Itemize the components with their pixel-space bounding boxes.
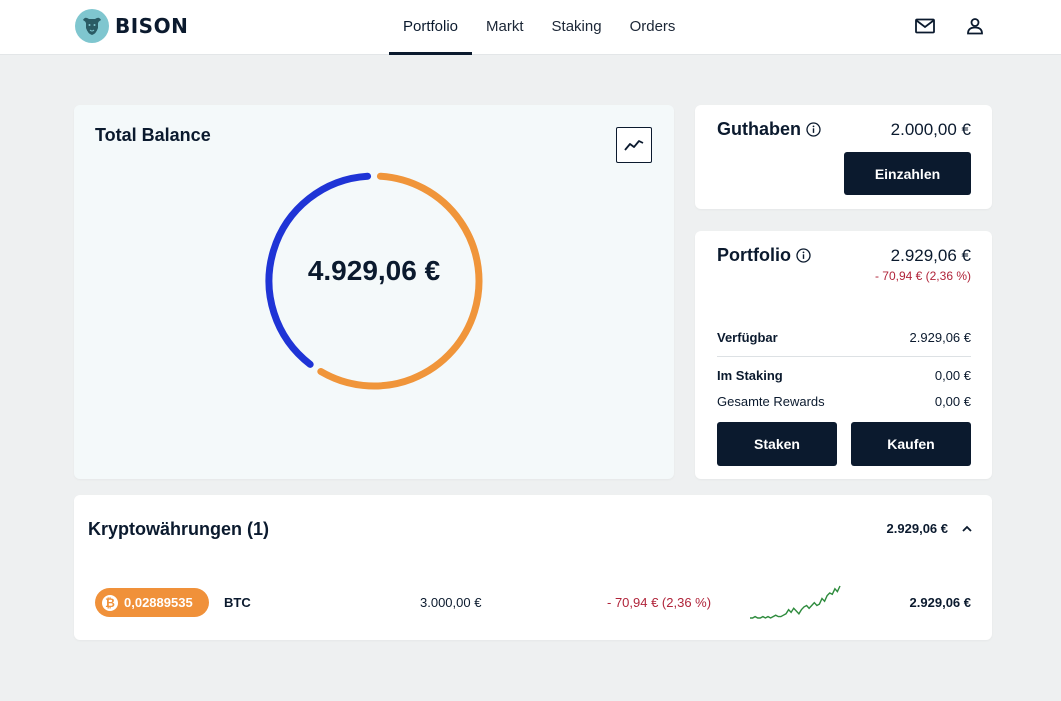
bison-logo[interactable]: BISON — [75, 9, 188, 43]
trend-line-icon — [624, 140, 644, 151]
sparkline-series — [750, 585, 841, 619]
staken-button[interactable]: Staken — [717, 422, 837, 466]
im-staking-label: Im Staking — [717, 368, 783, 383]
bitcoin-icon: ₿ — [102, 594, 118, 611]
mail-icon[interactable] — [913, 14, 937, 38]
gesamte-rewards-value: 0,00 € — [934, 394, 971, 409]
portfolio-card: Portfolio 2.929,06 € - 70,94 € (2,36 %) … — [695, 231, 992, 479]
asset-sparkline — [750, 585, 841, 619]
portfolio-title: Portfolio — [717, 245, 791, 265]
btc-amount-badge: ₿ 0,02889535 — [95, 588, 209, 617]
guthaben-amount: 2.000,00 € — [890, 120, 971, 139]
im-staking-value: 0,00 € — [934, 368, 971, 383]
portfolio-amount: 2.929,06 € — [890, 246, 971, 265]
guthaben-card: Guthaben 2.000,00 € Einzahlen — [695, 105, 992, 209]
verfuegbar-value: 2.929,06 € — [909, 330, 971, 345]
total-balance-value: 4.929,06 € — [307, 255, 441, 286]
einzahlen-button[interactable]: Einzahlen — [844, 152, 971, 195]
asset-invested: 3.000,00 € — [420, 595, 482, 610]
nav-tab-staking[interactable]: Staking — [538, 0, 616, 52]
brand-name: BISON — [115, 14, 189, 38]
portfolio-change: - 70,94 € (2,36 %) — [874, 269, 971, 283]
nav-tab-portfolio[interactable]: Portfolio — [389, 0, 473, 55]
nav-tab-orders[interactable]: Orders — [616, 0, 690, 52]
btc-amount: 0,02889535 — [124, 595, 193, 610]
bison-logo-icon — [75, 9, 109, 43]
show-chart-button[interactable] — [616, 127, 652, 163]
cryptocurrencies-card: Kryptowährungen (1) 2.929,06 € ₿ 0,02889… — [74, 495, 992, 640]
nav-tab-markt[interactable]: Markt — [472, 0, 538, 52]
guthaben-title-group: Guthaben — [717, 119, 821, 140]
verfuegbar-label: Verfügbar — [717, 330, 778, 345]
main-nav: Portfolio Markt Staking Orders — [389, 0, 689, 55]
info-icon[interactable] — [806, 122, 821, 137]
gesamte-rewards-label: Gesamte Rewards — [717, 394, 825, 409]
asset-change: - 70,94 € (2,36 %) — [607, 595, 712, 610]
crypto-section-title: Kryptowährungen (1) — [88, 519, 270, 539]
info-icon[interactable] — [796, 248, 811, 263]
total-balance-title: Total Balance — [95, 125, 211, 145]
kaufen-button[interactable]: Kaufen — [851, 422, 971, 466]
portfolio-title-group: Portfolio — [717, 245, 811, 266]
divider — [717, 356, 971, 357]
user-icon[interactable] — [963, 14, 987, 38]
asset-symbol: BTC — [224, 595, 251, 610]
total-balance-card: Total Balance 4.929,06 € — [74, 105, 674, 479]
guthaben-title: Guthaben — [717, 119, 801, 139]
asset-value: 2.929,06 € — [909, 595, 971, 610]
chevron-up-icon[interactable] — [960, 522, 974, 536]
top-navigation-bar: BISON Portfolio Markt Staking Orders — [0, 0, 1061, 55]
crypto-total-value: 2.929,06 € — [886, 521, 948, 536]
